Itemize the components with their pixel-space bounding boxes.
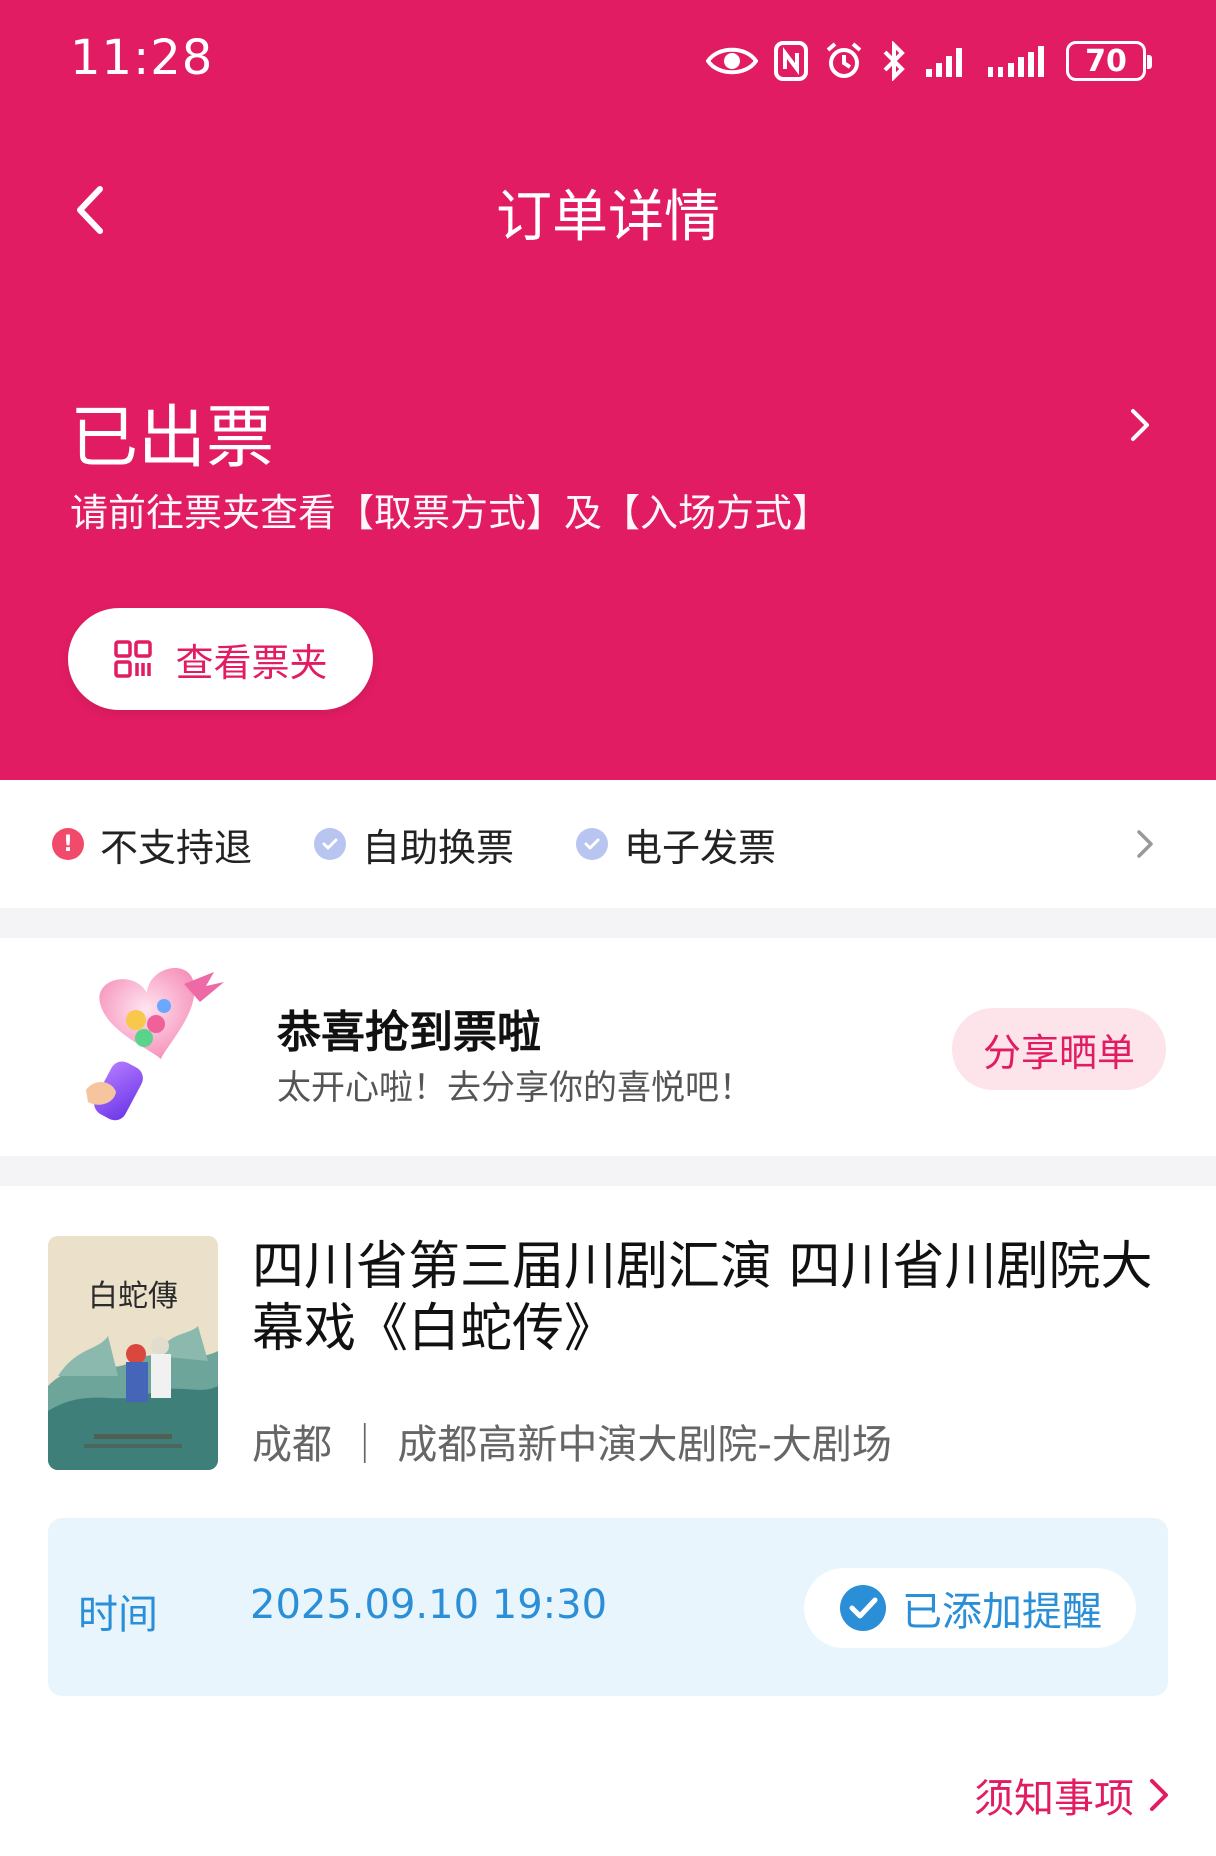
- chevron-right-icon: [1131, 409, 1149, 441]
- chevron-right-icon: [1137, 830, 1153, 858]
- nfc-icon: [774, 41, 808, 81]
- show-poster[interactable]: 白蛇傳: [48, 1236, 218, 1470]
- status-bar: 11:28 70: [0, 0, 1216, 120]
- feature-label: 电子发票: [624, 825, 777, 870]
- show-title[interactable]: 四川省第三届川剧汇演 四川省川剧院大幕戏《白蛇传》: [252, 1236, 1172, 1360]
- notice-link[interactable]: 须知事项: [974, 1766, 1170, 1824]
- time-label: 时间: [78, 1592, 158, 1638]
- view-ticket-wallet-label: 查看票夹: [175, 640, 328, 685]
- check-circle-icon: [840, 1585, 886, 1631]
- show-time-value: 2025.09.10 19:30: [250, 1582, 608, 1628]
- feature-label: 自助换票: [362, 825, 515, 870]
- status-time: 11:28: [70, 30, 214, 86]
- signal-icon: [926, 48, 962, 77]
- service-features-row[interactable]: ! 不支持退 自助换票 电子发票: [0, 780, 1216, 908]
- feature-self-exchange: 自助换票: [314, 817, 514, 872]
- battery-level: 70: [1085, 43, 1127, 79]
- reminder-button[interactable]: 已添加提醒: [804, 1568, 1136, 1648]
- check-icon: [314, 828, 347, 860]
- qr-code-icon: [114, 640, 153, 678]
- eye-icon: [706, 47, 758, 75]
- poster-artwork: 白蛇傳: [48, 1236, 218, 1470]
- celebration-title: 恭喜抢到票啦: [277, 1007, 541, 1058]
- features-arrow[interactable]: [1130, 824, 1160, 864]
- feature-no-refund: ! 不支持退: [52, 817, 252, 872]
- share-order-button[interactable]: 分享晒单: [952, 1008, 1166, 1090]
- reminder-label: 已添加提醒: [902, 1589, 1102, 1635]
- show-venue: 成都 ｜ 成都高新中演大剧院-大剧场: [252, 1422, 892, 1468]
- chevron-right-icon: [1150, 1779, 1168, 1811]
- page-title: 订单详情: [496, 185, 720, 250]
- show-time-box: 时间 2025.09.10 19:30 已添加提醒: [48, 1518, 1168, 1696]
- order-detail-page: 11:28 70 订单详情 已出票 请前往票夹查看【取票方式】及【入场方式】 查…: [0, 0, 1216, 1856]
- view-ticket-wallet-button[interactable]: 查看票夹: [68, 608, 373, 710]
- order-header: 11:28 70 订单详情 已出票 请前往票夹查看【取票方式】及【入场方式】 查…: [0, 0, 1216, 780]
- order-status-arrow[interactable]: [1120, 400, 1160, 450]
- warning-icon: !: [52, 828, 84, 860]
- notice-label: 须知事项: [974, 1776, 1134, 1822]
- show-info-card: 白蛇傳 四川省第三届川剧汇演 四川省川剧院大幕戏《白蛇传》 成都 ｜ 成都高新中…: [0, 1186, 1216, 1856]
- order-status-title: 已出票: [70, 399, 275, 478]
- alarm-icon: [826, 42, 862, 78]
- poster-title: 白蛇傳: [88, 1279, 178, 1314]
- feature-e-invoice: 电子发票: [576, 817, 776, 872]
- order-status-subtitle: 请前往票夹查看【取票方式】及【入场方式】: [70, 491, 831, 535]
- celebration-card: 恭喜抢到票啦 太开心啦！去分享你的喜悦吧！ 分享晒单: [0, 938, 1216, 1156]
- battery-icon: 70: [1066, 41, 1152, 81]
- status-icons: 70: [706, 36, 1152, 86]
- lightstick-illustration: [86, 967, 224, 1121]
- celebration-subtitle: 太开心啦！去分享你的喜悦吧！: [277, 1068, 753, 1108]
- signal-icon-secondary: [988, 46, 1044, 77]
- check-icon: [576, 828, 609, 860]
- bluetooth-icon: [883, 41, 905, 81]
- feature-label: 不支持退: [100, 825, 253, 870]
